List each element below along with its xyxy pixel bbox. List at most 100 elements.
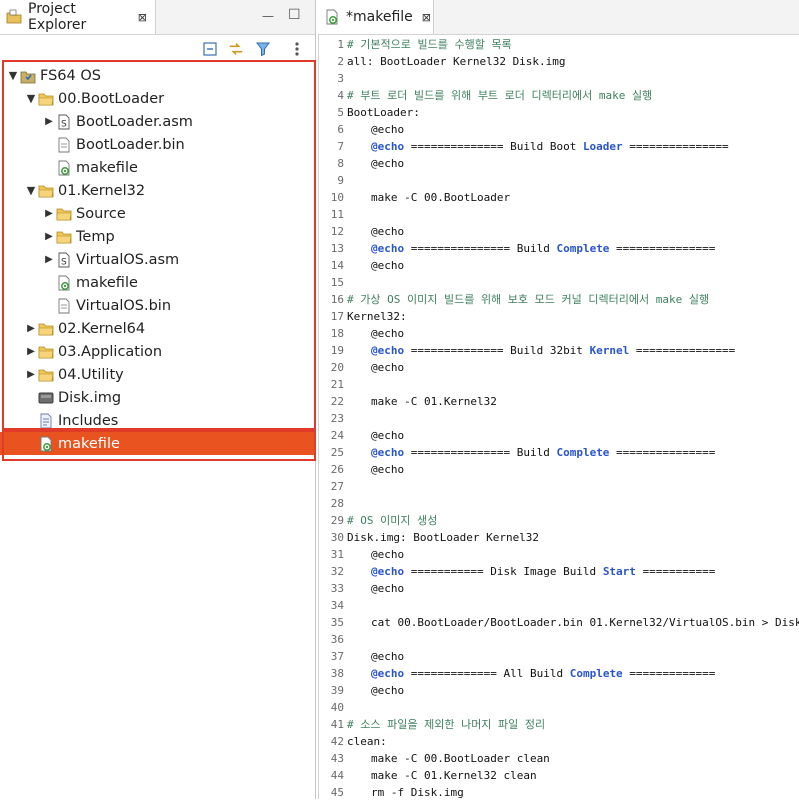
expand-arrow-icon[interactable]: ▶ xyxy=(24,323,38,334)
code-line: 43 make -C 00.BootLoader clean xyxy=(319,750,550,767)
tab-project-explorer[interactable]: Project Explorer ⊠ xyxy=(0,0,156,34)
folder-icon xyxy=(38,183,54,199)
code-text: =========== xyxy=(635,565,716,578)
code-text: make -C 00.BootLoader clean xyxy=(371,752,550,765)
svg-text:S: S xyxy=(61,119,67,129)
code-text: =========== Disk Image Build xyxy=(404,565,603,578)
tree-item[interactable]: ▶ Temp xyxy=(0,225,315,248)
tree-item[interactable]: ▼ 01.Kernel32 xyxy=(0,179,315,202)
code-keyword: @echo xyxy=(371,446,405,459)
tree-item-label: makefile xyxy=(76,159,138,176)
code-text: @echo xyxy=(371,548,405,561)
code-line: 26 @echo xyxy=(319,461,404,478)
code-line: 38 @echo ============= All Build Complete… xyxy=(319,665,716,682)
tree-item[interactable]: ▶ Source xyxy=(0,202,315,225)
code-text: @echo xyxy=(371,157,405,170)
expand-arrow-icon[interactable]: ▶ xyxy=(42,254,56,265)
code-line: 41 # 소스 파일을 제외한 나머지 파일 정리 xyxy=(319,716,545,733)
collapse-arrow-icon[interactable]: ▼ xyxy=(24,92,38,105)
code-text: =============== xyxy=(609,242,716,255)
tree-item[interactable]: ▶ 03.Application xyxy=(0,340,315,363)
code-line: 31 @echo xyxy=(319,546,404,563)
line-number: 25 xyxy=(330,446,344,459)
file-icon xyxy=(56,137,72,153)
code-line: 44 make -C 01.Kernel32 clean xyxy=(319,767,537,784)
expand-arrow-icon[interactable]: ▶ xyxy=(42,231,56,242)
tree-item-label: 03.Application xyxy=(58,343,163,360)
folder-icon xyxy=(38,91,54,107)
tree-item[interactable]: makefile xyxy=(0,432,315,455)
close-icon[interactable]: ⊠ xyxy=(422,11,431,24)
close-icon[interactable]: ⊠ xyxy=(138,11,147,24)
editor-panel: *makefile ⊠ 1 # 기본적으로 빌드를 수행할 목록 2 all: Boo… xyxy=(318,0,799,799)
code-line: 3 xyxy=(319,70,347,87)
collapse-arrow-icon[interactable]: ▼ xyxy=(24,184,38,197)
code-line: 39 @echo xyxy=(319,682,404,699)
code-text: =============== Build xyxy=(404,242,557,255)
no-arrow-spacer xyxy=(24,439,38,449)
filter-icon[interactable] xyxy=(255,41,271,57)
expand-arrow-icon[interactable]: ▶ xyxy=(24,369,38,380)
tree-item-label: 00.BootLoader xyxy=(58,90,165,107)
view-menu-icon[interactable] xyxy=(289,41,305,57)
code-line: 18 @echo xyxy=(319,325,404,342)
tree-item[interactable]: ▶ S BootLoader.asm xyxy=(0,110,315,133)
line-number: 28 xyxy=(330,497,344,510)
expand-arrow-icon[interactable]: ▶ xyxy=(42,116,56,127)
line-number: 30 xyxy=(330,531,344,544)
minimize-icon[interactable]: — xyxy=(262,9,274,23)
disk-image-icon xyxy=(38,390,54,406)
code-line: 34 xyxy=(319,597,347,614)
project-icon xyxy=(20,68,36,84)
tab-makefile[interactable]: *makefile ⊠ xyxy=(318,0,434,34)
code-keyword: @echo xyxy=(371,140,405,153)
tree-item[interactable]: Includes xyxy=(0,409,315,432)
maximize-icon[interactable]: ☐ xyxy=(288,7,301,23)
code-editor[interactable]: 1 # 기본적으로 빌드를 수행할 목록 2 all: BootLoader Kern… xyxy=(318,34,799,799)
tree-item[interactable]: ▶ S VirtualOS.asm xyxy=(0,248,315,271)
no-arrow-spacer xyxy=(24,393,38,403)
tree-item[interactable]: ▼ 00.BootLoader xyxy=(0,87,315,110)
code-text: make -C 01.Kernel32 clean xyxy=(371,769,537,782)
tree-item-label: VirtualOS.bin xyxy=(76,297,172,314)
folder-icon xyxy=(38,321,54,337)
tree-item-label: Includes xyxy=(58,412,119,429)
collapse-all-icon[interactable] xyxy=(202,41,218,57)
code-line: 27 xyxy=(319,478,347,495)
tree-item[interactable]: ▶ 04.Utility xyxy=(0,363,315,386)
code-line: 25 @echo =============== Build Complete =… xyxy=(319,444,716,461)
code-comment: # 소스 파일을 제외한 나머지 파일 정리 xyxy=(347,718,546,731)
code-line: 36 xyxy=(319,631,347,648)
code-line: 13 @echo =============== Build Complete =… xyxy=(319,240,716,257)
code-text: ============= All Build xyxy=(404,667,570,680)
line-number: 43 xyxy=(330,752,344,765)
tree-item[interactable]: ▼ FS64 OS xyxy=(0,64,315,87)
code-text: @echo xyxy=(371,429,405,442)
collapse-arrow-icon[interactable]: ▼ xyxy=(6,69,20,82)
line-number: 29 xyxy=(330,514,344,527)
tree-item-label: 01.Kernel32 xyxy=(58,182,146,199)
code-line: 11 xyxy=(319,206,347,223)
tree-item[interactable]: VirtualOS.bin xyxy=(0,294,315,317)
line-number: 5 xyxy=(337,106,344,119)
link-with-editor-icon[interactable] xyxy=(228,41,244,57)
expand-arrow-icon[interactable]: ▶ xyxy=(42,208,56,219)
tree-item[interactable]: ▶ 02.Kernel64 xyxy=(0,317,315,340)
tree-item[interactable]: Disk.img xyxy=(0,386,315,409)
code-keyword: Complete xyxy=(569,667,623,680)
line-number: 32 xyxy=(330,565,344,578)
line-number: 12 xyxy=(330,225,344,238)
code-text: @echo xyxy=(371,225,405,238)
code-keyword: Start xyxy=(602,565,636,578)
tree-item-label: Disk.img xyxy=(58,389,122,406)
code-keyword: Loader xyxy=(582,140,623,153)
line-number: 24 xyxy=(330,429,344,442)
line-number: 2 xyxy=(337,55,344,68)
tree-item[interactable]: BootLoader.bin xyxy=(0,133,315,156)
no-arrow-spacer xyxy=(42,301,56,311)
tree-item[interactable]: makefile xyxy=(0,156,315,179)
file-icon xyxy=(56,298,72,314)
expand-arrow-icon[interactable]: ▶ xyxy=(24,346,38,357)
tree-item[interactable]: makefile xyxy=(0,271,315,294)
code-keyword: Kernel xyxy=(589,344,630,357)
